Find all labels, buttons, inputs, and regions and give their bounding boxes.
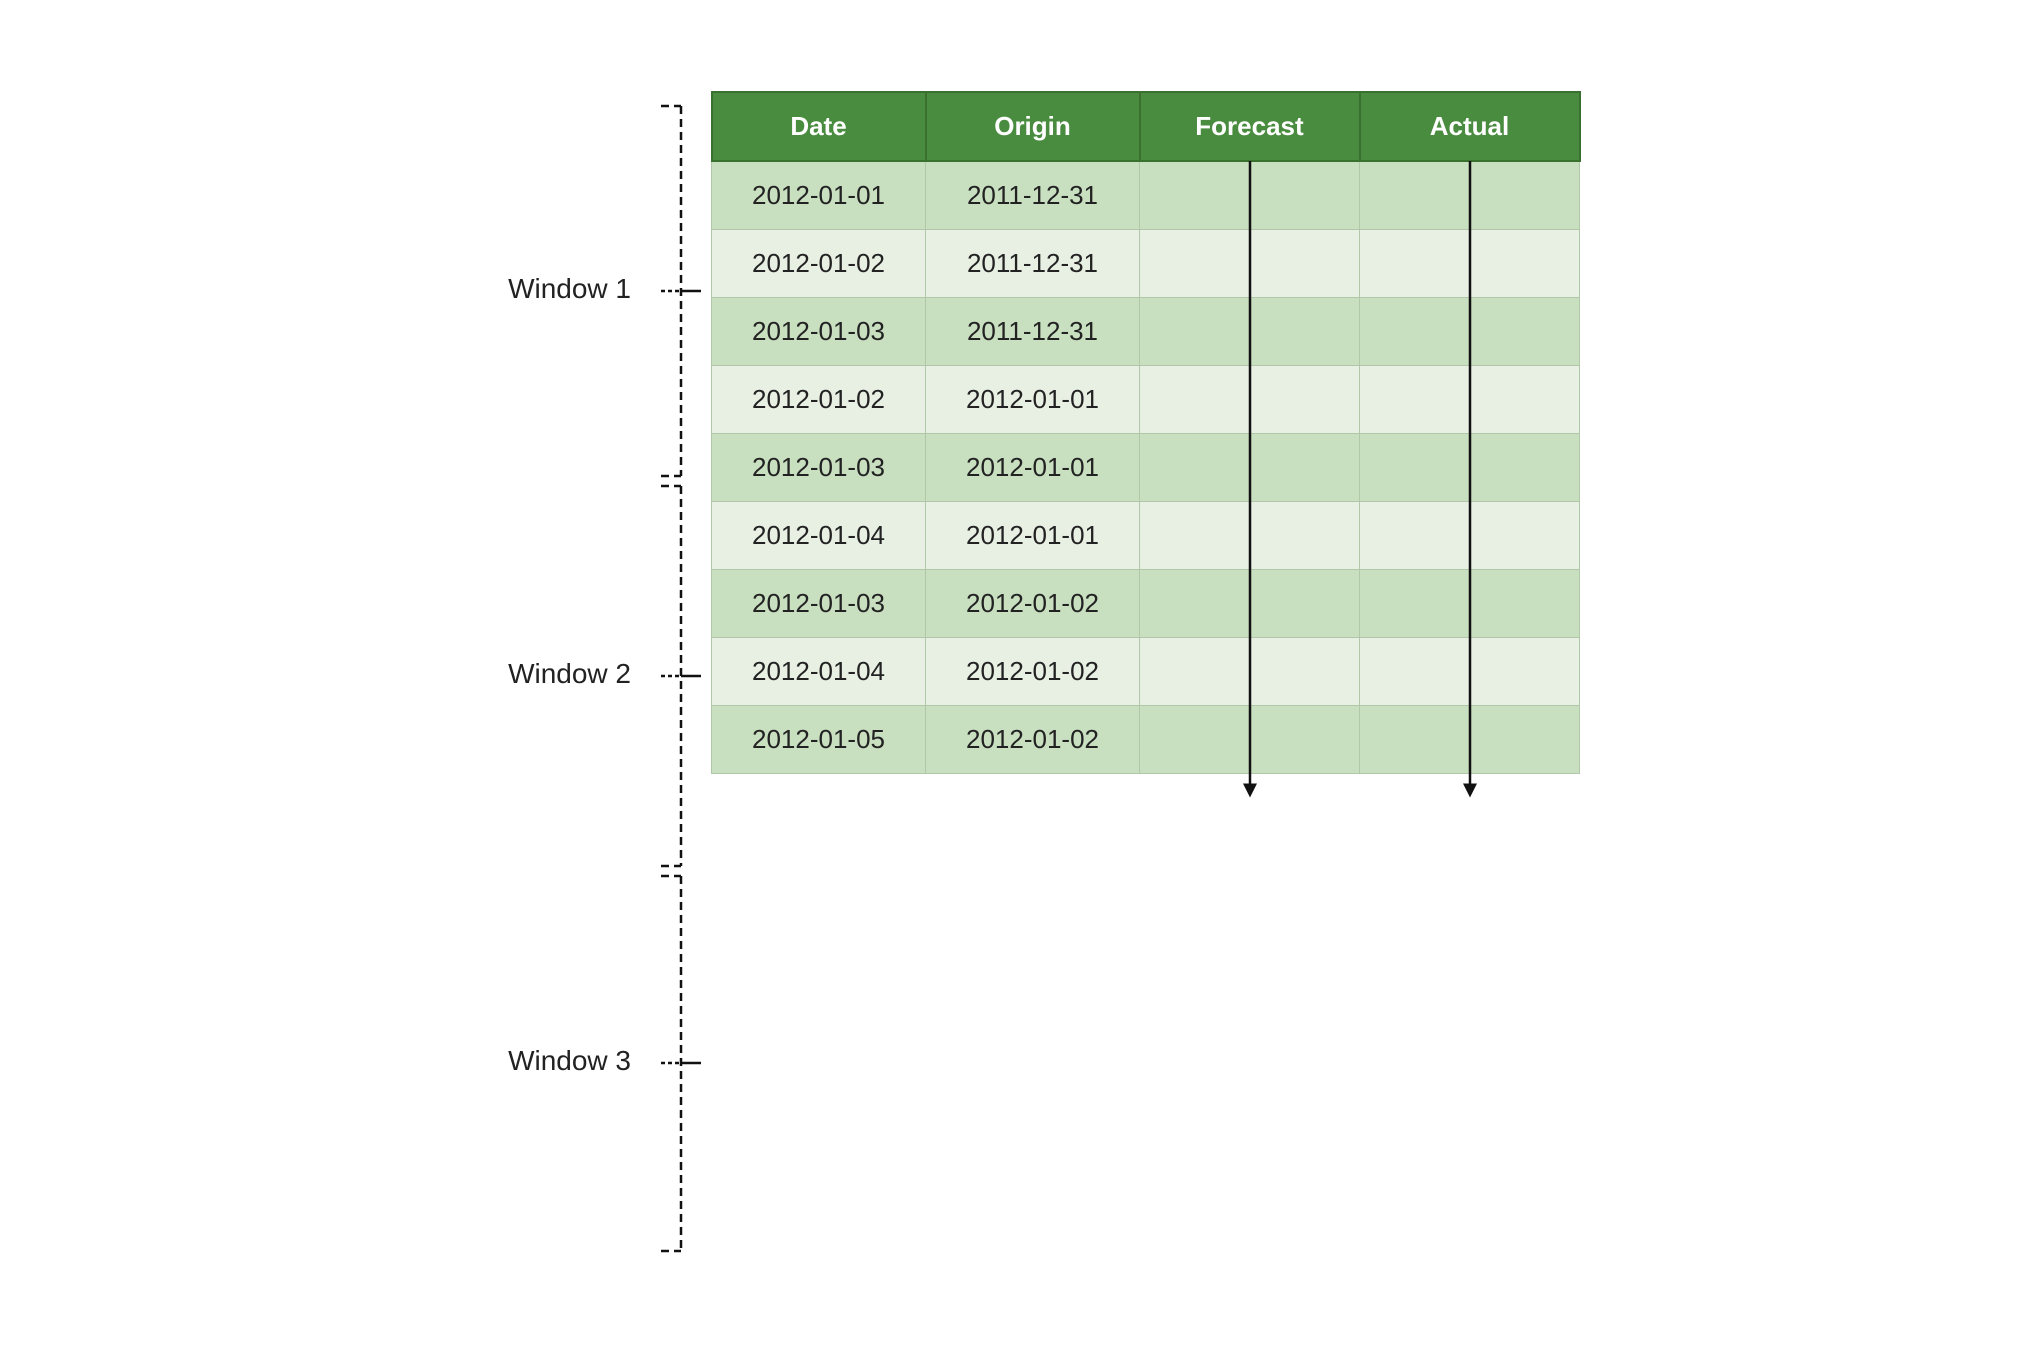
cell-actual bbox=[1360, 705, 1580, 773]
cell-origin: 2012-01-02 bbox=[926, 705, 1140, 773]
window1-label: Window 1 bbox=[508, 273, 631, 304]
table-row: 2012-01-022011-12-31 bbox=[712, 229, 1580, 297]
window2-label: Window 2 bbox=[508, 658, 631, 689]
table-header-row: Date Origin Forecast Actual bbox=[712, 92, 1580, 161]
cell-actual bbox=[1360, 501, 1580, 569]
cell-forecast bbox=[1140, 433, 1360, 501]
cell-actual bbox=[1360, 569, 1580, 637]
cell-forecast bbox=[1140, 501, 1360, 569]
cell-forecast bbox=[1140, 637, 1360, 705]
main-table: Date Origin Forecast Actual 2012-01-0120… bbox=[711, 91, 1581, 774]
cell-origin: 2012-01-02 bbox=[926, 569, 1140, 637]
cell-origin: 2012-01-01 bbox=[926, 501, 1140, 569]
cell-actual bbox=[1360, 161, 1580, 230]
window-labels-column: Window 1 Window 2 Window 3 bbox=[441, 91, 701, 1261]
header-date: Date bbox=[712, 92, 926, 161]
page-wrapper: Window 1 Window 2 Window 3 bbox=[0, 0, 2021, 1351]
table-row: 2012-01-032011-12-31 bbox=[712, 297, 1580, 365]
cell-origin: 2011-12-31 bbox=[926, 297, 1140, 365]
cell-date: 2012-01-05 bbox=[712, 705, 926, 773]
header-forecast: Forecast bbox=[1140, 92, 1360, 161]
table-row: 2012-01-032012-01-02 bbox=[712, 569, 1580, 637]
header-actual: Actual bbox=[1360, 92, 1580, 161]
cell-date: 2012-01-02 bbox=[712, 229, 926, 297]
header-origin: Origin bbox=[926, 92, 1140, 161]
table-row: 2012-01-052012-01-02 bbox=[712, 705, 1580, 773]
cell-date: 2012-01-02 bbox=[712, 365, 926, 433]
cell-forecast bbox=[1140, 229, 1360, 297]
window3-label: Window 3 bbox=[508, 1045, 631, 1076]
table-row: 2012-01-042012-01-01 bbox=[712, 501, 1580, 569]
cell-forecast bbox=[1140, 297, 1360, 365]
full-layout: Window 1 Window 2 Window 3 bbox=[441, 91, 1581, 1261]
cell-origin: 2011-12-31 bbox=[926, 161, 1140, 230]
cell-actual bbox=[1360, 637, 1580, 705]
table-row: 2012-01-042012-01-02 bbox=[712, 637, 1580, 705]
cell-forecast bbox=[1140, 569, 1360, 637]
cell-date: 2012-01-03 bbox=[712, 297, 926, 365]
table-row: 2012-01-012011-12-31 bbox=[712, 161, 1580, 230]
table-container: Date Origin Forecast Actual 2012-01-0120… bbox=[711, 91, 1581, 774]
brackets-svg: Window 1 Window 2 Window 3 bbox=[441, 91, 701, 1261]
cell-forecast bbox=[1140, 365, 1360, 433]
cell-actual bbox=[1360, 229, 1580, 297]
cell-date: 2012-01-03 bbox=[712, 569, 926, 637]
cell-origin: 2012-01-01 bbox=[926, 433, 1140, 501]
cell-date: 2012-01-03 bbox=[712, 433, 926, 501]
table-row: 2012-01-022012-01-01 bbox=[712, 365, 1580, 433]
cell-forecast bbox=[1140, 705, 1360, 773]
table-row: 2012-01-032012-01-01 bbox=[712, 433, 1580, 501]
cell-date: 2012-01-04 bbox=[712, 501, 926, 569]
cell-date: 2012-01-04 bbox=[712, 637, 926, 705]
cell-actual bbox=[1360, 365, 1580, 433]
cell-origin: 2011-12-31 bbox=[926, 229, 1140, 297]
cell-origin: 2012-01-01 bbox=[926, 365, 1140, 433]
cell-date: 2012-01-01 bbox=[712, 161, 926, 230]
cell-forecast bbox=[1140, 161, 1360, 230]
cell-actual bbox=[1360, 297, 1580, 365]
cell-actual bbox=[1360, 433, 1580, 501]
cell-origin: 2012-01-02 bbox=[926, 637, 1140, 705]
